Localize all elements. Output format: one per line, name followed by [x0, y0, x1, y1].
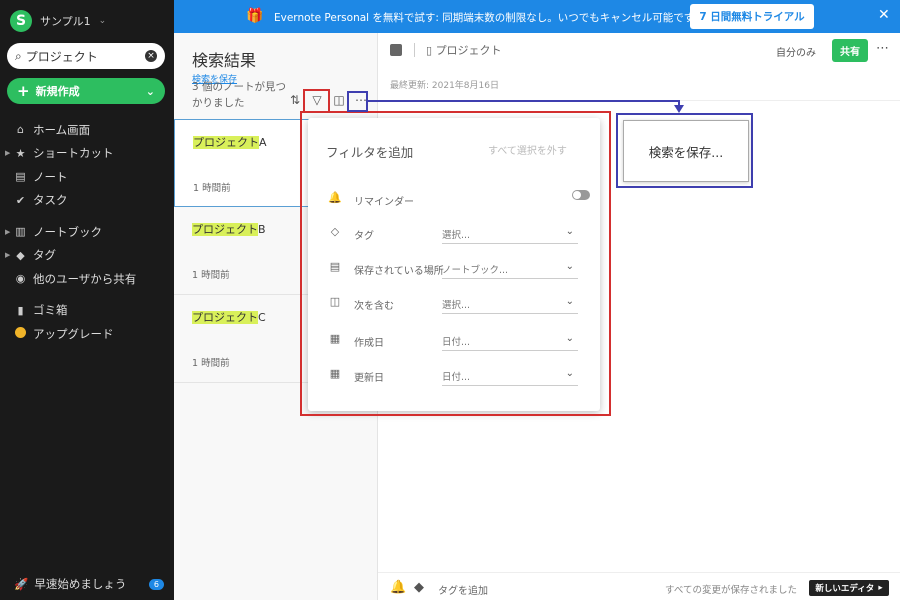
- caret-right-icon: ▸: [878, 583, 883, 593]
- sidebar-item-notebooks[interactable]: ▶ ▥ ノートブック: [0, 220, 174, 244]
- divider: [378, 572, 900, 573]
- share-scope[interactable]: 自分のみ: [776, 44, 816, 59]
- share-button[interactable]: 共有: [832, 39, 868, 62]
- sidebar: S サンプル1 ⌄ ⌕ プロジェクト × + 新規作成 ⌄ ⌂ ホーム画面 ▶ …: [0, 0, 174, 600]
- sidebar-item-label: タグ: [33, 248, 56, 263]
- annotation-red-filter-box: [303, 89, 330, 113]
- account-switcher[interactable]: S サンプル1 ⌄: [10, 10, 106, 32]
- upgrade-icon: [14, 326, 27, 341]
- sidebar-item-shared[interactable]: ◉ 他のユーザから共有: [0, 267, 174, 291]
- new-editor-button[interactable]: 新しいエディタ ▸: [809, 580, 889, 596]
- close-icon[interactable]: ✕: [878, 7, 890, 23]
- notebook-icon: ▯: [426, 44, 436, 57]
- sidebar-item-notes[interactable]: ▤ ノート: [0, 165, 174, 189]
- reminder-icon[interactable]: 🔔: [390, 580, 406, 595]
- get-started[interactable]: 🚀 早速始めましょう 6: [0, 573, 174, 595]
- search-value: プロジェクト: [25, 49, 98, 64]
- trial-button[interactable]: 7 日間無料トライアル: [690, 4, 814, 29]
- plus-icon: +: [17, 81, 30, 100]
- annotation-connector: [368, 100, 679, 102]
- sidebar-item-shortcuts[interactable]: ▶ ★ ショートカット: [0, 142, 174, 166]
- sidebar-item-label: ショートカット: [33, 146, 114, 161]
- note-title: プロジェクトC: [192, 311, 266, 324]
- new-note-button[interactable]: + 新規作成 ⌄: [7, 78, 165, 104]
- annotation-red-panel-box: [300, 111, 611, 416]
- arrow-down-icon: [674, 105, 684, 113]
- sidebar-item-label: ゴミ箱: [33, 303, 68, 318]
- trash-icon: ▮: [17, 303, 24, 317]
- tag-icon[interactable]: ◆: [414, 580, 424, 595]
- rocket-icon: 🚀: [14, 577, 29, 591]
- home-icon: ⌂: [17, 123, 24, 137]
- expand-icon[interactable]: [390, 44, 402, 56]
- sidebar-item-label: ホーム画面: [33, 122, 91, 137]
- chevron-down-icon: ⌄: [98, 16, 107, 26]
- clear-search-icon[interactable]: ×: [145, 50, 157, 62]
- save-status: すべての変更が保存されました: [665, 585, 797, 596]
- count-badge: 6: [148, 578, 164, 590]
- annotation-blue-more-box: [347, 91, 368, 112]
- sidebar-item-label: ノートブック: [33, 224, 102, 239]
- search-icon: ⌕: [15, 48, 22, 63]
- sidebar-item-label: 他のユーザから共有: [33, 271, 137, 286]
- note-title: プロジェクトA: [193, 136, 267, 149]
- last-updated: 最終更新: 2021年8月16日: [390, 81, 499, 91]
- star-icon: ★: [15, 146, 26, 160]
- chevron-down-icon[interactable]: ⌄: [146, 85, 155, 98]
- users-icon: ◉: [15, 272, 26, 286]
- notebook-icon: ▥: [15, 225, 26, 239]
- sidebar-nav: ⌂ ホーム画面 ▶ ★ ショートカット ▤ ノート ✔ タスク ▶ ▥ ノートブ…: [0, 118, 174, 346]
- note-icon: ▤: [15, 170, 26, 184]
- caret-right-icon[interactable]: ▶: [5, 228, 10, 236]
- banner-text: Evernote Personal を無料で試す: 同期端末数の制限なし。いつで…: [274, 12, 704, 24]
- sidebar-item-label: アップグレード: [33, 326, 114, 341]
- check-circle-icon: ✔: [15, 193, 26, 207]
- caret-right-icon[interactable]: ▶: [5, 149, 10, 157]
- view-icon[interactable]: ◫: [331, 93, 347, 107]
- sort-icon[interactable]: ⇅: [287, 93, 303, 107]
- username: サンプル1: [40, 15, 91, 28]
- note-time: 1 時間前: [192, 358, 230, 369]
- avatar: S: [10, 10, 32, 32]
- result-count: 3 個のノートが見つかりました: [192, 81, 287, 109]
- gift-icon: 🎁: [246, 8, 264, 24]
- sidebar-item-label: タスク: [33, 193, 68, 208]
- note-time: 1 時間前: [192, 270, 230, 281]
- note-time: 1 時間前: [193, 183, 231, 194]
- trial-banner: 🎁 Evernote Personal を無料で試す: 同期端末数の制限なし。い…: [174, 0, 900, 33]
- sidebar-item-label: ノート: [33, 169, 68, 184]
- sidebar-item-upgrade[interactable]: アップグレード: [0, 322, 174, 346]
- notebook-breadcrumb[interactable]: ▯ プロジェクト: [426, 42, 502, 58]
- sidebar-item-tasks[interactable]: ✔ タスク: [0, 189, 174, 213]
- save-search-menu-item[interactable]: 検索を保存...: [623, 120, 749, 182]
- get-started-label: 早速始めましょう: [34, 577, 127, 591]
- sidebar-item-trash[interactable]: ▮ ゴミ箱: [0, 299, 174, 323]
- note-title: プロジェクトB: [192, 223, 266, 236]
- page-title: 検索結果: [192, 51, 257, 70]
- caret-right-icon[interactable]: ▶: [5, 251, 10, 259]
- new-note-label: 新規作成: [35, 85, 80, 98]
- divider: [414, 43, 415, 57]
- sidebar-item-home[interactable]: ⌂ ホーム画面: [0, 118, 174, 142]
- tag-icon: ◆: [16, 248, 25, 262]
- more-icon[interactable]: ⋯: [876, 41, 889, 56]
- sidebar-item-tags[interactable]: ▶ ◆ タグ: [0, 244, 174, 268]
- add-tag-input[interactable]: タグを追加: [438, 582, 488, 597]
- search-input[interactable]: ⌕ プロジェクト ×: [7, 43, 165, 69]
